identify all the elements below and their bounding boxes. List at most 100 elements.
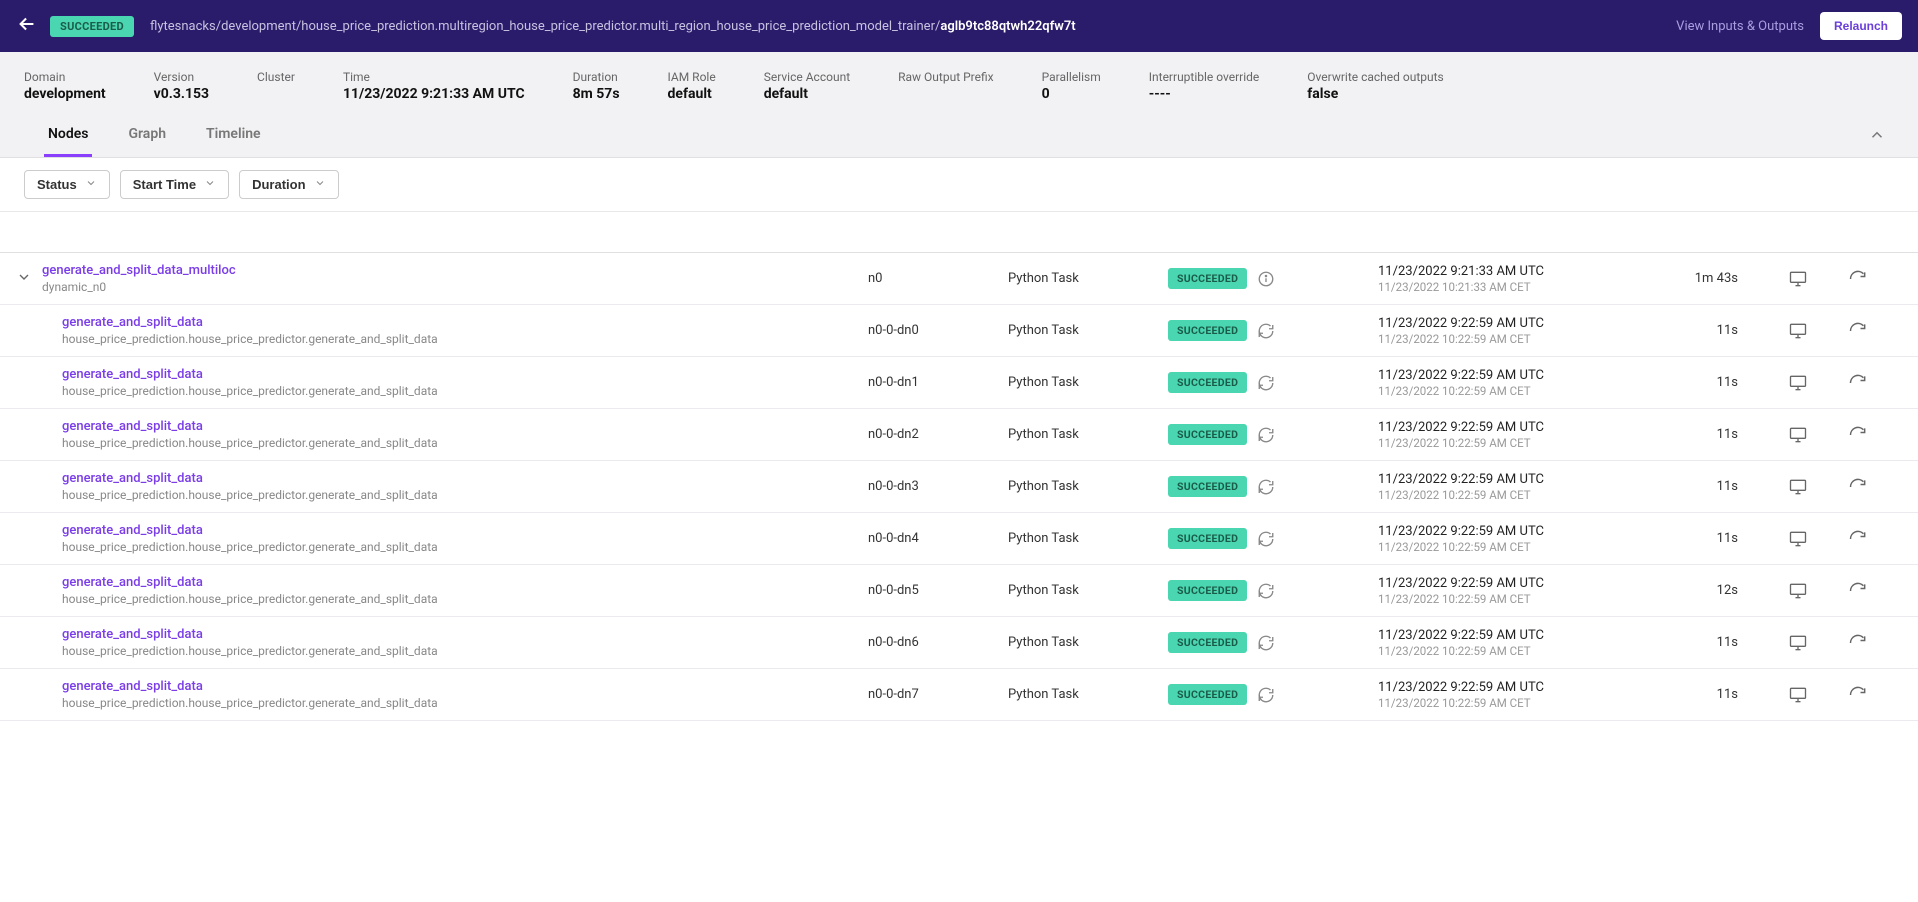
meta-value: false <box>1307 86 1443 102</box>
rerun-icon[interactable] <box>1828 269 1888 289</box>
relaunch-button[interactable]: Relaunch <box>1820 12 1902 40</box>
node-name-cell: generate_and_split_data house_price_predi… <box>42 419 868 450</box>
logs-icon[interactable] <box>1768 321 1828 341</box>
execution-meta-bar: DomaindevelopmentVersionv0.3.153ClusterT… <box>0 52 1918 158</box>
logs-icon[interactable] <box>1768 633 1828 653</box>
node-time-local: 11/23/2022 10:22:59 AM CET <box>1378 332 1628 346</box>
logs-icon[interactable] <box>1768 581 1828 601</box>
nodes-table[interactable]: generate_and_split_data_multilocdynamic_… <box>0 252 1918 902</box>
logs-icon[interactable] <box>1768 477 1828 497</box>
node-name-cell: generate_and_split_datahouse_price_predi… <box>42 679 868 710</box>
node-duration: 11s <box>1628 531 1768 546</box>
node-subtitle: house_price_prediction.house_price_predi… <box>62 436 868 450</box>
node-name-link[interactable]: generate_and_split_data <box>62 419 868 434</box>
node-name-link[interactable]: generate_and_split_data <box>62 471 868 486</box>
rerun-icon[interactable] <box>1828 425 1888 445</box>
meta-value: default <box>668 86 716 102</box>
cache-status-icon[interactable] <box>1257 530 1275 548</box>
meta-label: Time <box>343 70 525 84</box>
table-row[interactable]: generate_and_split_datahouse_price_predi… <box>0 565 1918 617</box>
node-name-link[interactable]: generate_and_split_data <box>62 523 868 538</box>
node-time-local: 11/23/2022 10:22:59 AM CET <box>1378 384 1628 398</box>
tab-nodes[interactable]: Nodes <box>44 116 92 157</box>
node-time-local: 11/23/2022 10:22:59 AM CET <box>1378 436 1628 450</box>
node-duration: 11s <box>1628 479 1768 494</box>
rerun-icon[interactable] <box>1828 581 1888 601</box>
table-row[interactable]: generate_and_split_data_multilocdynamic_… <box>0 253 1918 305</box>
meta-item: Time11/23/2022 9:21:33 AM UTC <box>343 70 525 102</box>
table-row[interactable]: generate_and_split_data house_price_predi… <box>0 409 1918 461</box>
meta-item: Interruptible override---- <box>1149 70 1260 102</box>
cache-status-icon[interactable] <box>1257 426 1275 444</box>
node-status-badge: SUCCEEDED <box>1168 528 1247 549</box>
rerun-icon[interactable] <box>1828 373 1888 393</box>
node-time-local: 11/23/2022 10:22:59 AM CET <box>1378 592 1628 606</box>
node-status-cell: SUCCEEDED <box>1168 268 1378 289</box>
node-name-link[interactable]: generate_and_split_data_multiloc <box>42 263 868 278</box>
table-row[interactable]: generate_and_split_datahouse_price_predi… <box>0 305 1918 357</box>
logs-icon[interactable] <box>1768 529 1828 549</box>
rerun-icon[interactable] <box>1828 529 1888 549</box>
node-name-link[interactable]: generate_and_split_data <box>62 627 868 642</box>
cache-status-icon[interactable] <box>1257 634 1275 652</box>
cache-status-icon[interactable] <box>1257 478 1275 496</box>
logs-icon[interactable] <box>1768 685 1828 705</box>
node-name-link[interactable]: generate_and_split_data <box>62 315 868 330</box>
node-id: n0-0-dn5 <box>868 583 1008 598</box>
node-name-cell: generate_and_split_datahouse_price_predi… <box>42 471 868 502</box>
table-row[interactable]: generate_and_split_datahouse_price_predi… <box>0 357 1918 409</box>
tab-graph[interactable]: Graph <box>124 116 170 157</box>
table-row[interactable]: generate_and_split_datahouse_price_predi… <box>0 513 1918 565</box>
collapse-panel-icon[interactable] <box>1868 126 1886 148</box>
node-duration: 11s <box>1628 375 1768 390</box>
node-name-link[interactable]: generate_and_split_data <box>62 575 868 590</box>
filter-status-button[interactable]: Status <box>24 170 110 199</box>
tab-timeline[interactable]: Timeline <box>202 116 265 157</box>
rerun-icon[interactable] <box>1828 321 1888 341</box>
node-time-local: 11/23/2022 10:21:33 AM CET <box>1378 280 1628 294</box>
node-status-badge: SUCCEEDED <box>1168 320 1247 341</box>
meta-label: Interruptible override <box>1149 70 1260 84</box>
node-type: Python Task <box>1008 687 1168 702</box>
breadcrumb: flytesnacks/development/house_price_pred… <box>150 19 1676 34</box>
node-type: Python Task <box>1008 427 1168 442</box>
node-duration: 11s <box>1628 687 1768 702</box>
cache-status-icon[interactable] <box>1257 322 1275 340</box>
node-time-local: 11/23/2022 10:22:59 AM CET <box>1378 488 1628 502</box>
node-name-link[interactable]: generate_and_split_data <box>62 367 868 382</box>
node-type: Python Task <box>1008 271 1168 286</box>
logs-icon[interactable] <box>1768 373 1828 393</box>
cache-status-icon[interactable] <box>1257 374 1275 392</box>
rerun-icon[interactable] <box>1828 685 1888 705</box>
meta-item: Domaindevelopment <box>24 70 106 102</box>
rerun-icon[interactable] <box>1828 633 1888 653</box>
node-duration: 11s <box>1628 427 1768 442</box>
node-status-cell: SUCCEEDED <box>1168 684 1378 705</box>
filter-duration-button[interactable]: Duration <box>239 170 338 199</box>
node-id: n0-0-dn4 <box>868 531 1008 546</box>
logs-icon[interactable] <box>1768 425 1828 445</box>
view-inputs-outputs-link[interactable]: View Inputs & Outputs <box>1676 19 1804 34</box>
topbar: SUCCEEDED flytesnacks/development/house_… <box>0 0 1918 52</box>
node-time-local: 11/23/2022 10:22:59 AM CET <box>1378 540 1628 554</box>
logs-icon[interactable] <box>1768 269 1828 289</box>
cache-status-icon[interactable] <box>1257 686 1275 704</box>
info-icon[interactable] <box>1257 270 1275 288</box>
cache-status-icon[interactable] <box>1257 582 1275 600</box>
meta-label: Service Account <box>764 70 850 84</box>
filter-start-time-button[interactable]: Start Time <box>120 170 229 199</box>
node-type: Python Task <box>1008 583 1168 598</box>
back-arrow-icon[interactable] <box>16 13 38 39</box>
chevron-down-icon <box>204 177 216 192</box>
table-row[interactable]: generate_and_split_datahouse_price_predi… <box>0 461 1918 513</box>
rerun-icon[interactable] <box>1828 477 1888 497</box>
expand-toggle-icon[interactable] <box>16 269 32 289</box>
node-time-cell: 11/23/2022 9:22:59 AM UTC11/23/2022 10:2… <box>1378 524 1628 554</box>
node-time-local: 11/23/2022 10:22:59 AM CET <box>1378 644 1628 658</box>
node-name-link[interactable]: generate_and_split_data <box>62 679 868 694</box>
meta-label: IAM Role <box>668 70 716 84</box>
table-row[interactable]: generate_and_split_datahouse_price_predi… <box>0 669 1918 721</box>
table-row[interactable]: generate_and_split_datahouse_price_predi… <box>0 617 1918 669</box>
node-name-cell: generate_and_split_datahouse_price_predi… <box>42 627 868 658</box>
node-duration: 11s <box>1628 323 1768 338</box>
